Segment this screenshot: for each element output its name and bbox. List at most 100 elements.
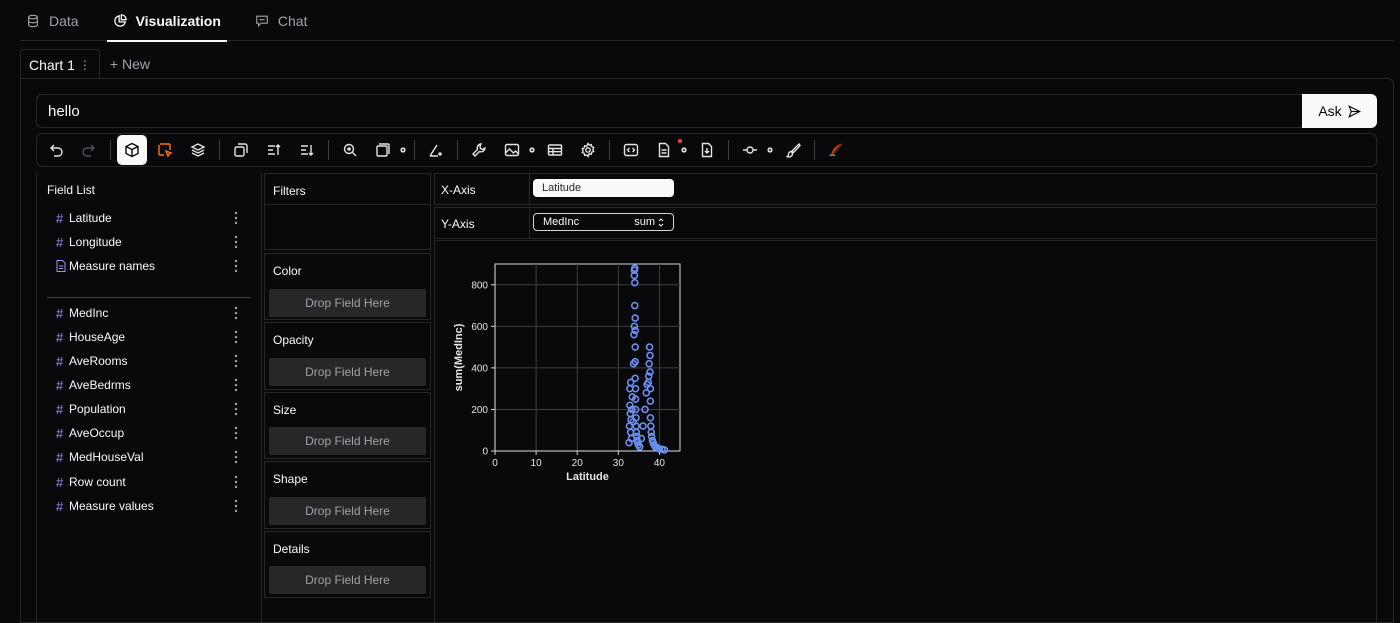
opacity-channel: Opacity Drop Field Here (264, 322, 431, 390)
filters-label: Filters (273, 184, 306, 198)
shelf-divider (529, 208, 530, 238)
zoom-button[interactable] (335, 135, 365, 165)
scatter-point (647, 422, 655, 430)
document-icon (658, 142, 670, 158)
aggregate-select[interactable]: sum (634, 216, 664, 228)
toolbar-divider (328, 140, 329, 160)
number-field-icon: # (56, 377, 64, 393)
toolbar-divider (457, 140, 458, 160)
number-field-icon: # (56, 498, 64, 514)
field-name: AveBedrms (69, 378, 131, 392)
more-vertical-icon[interactable] (233, 210, 239, 226)
redo-button[interactable] (74, 135, 104, 165)
scatter-point (646, 397, 655, 405)
y-axis-shelf: Y-Axis MedInc sum (434, 207, 1377, 239)
send-icon (1347, 104, 1361, 118)
gear-icon (681, 147, 687, 153)
field-name: Latitude (69, 211, 112, 225)
more-vertical-icon[interactable] (233, 234, 239, 250)
document-settings-button[interactable] (649, 135, 689, 165)
more-vertical-icon[interactable] (233, 377, 239, 393)
axis-button[interactable] (421, 135, 451, 165)
color-channel: Color Drop Field Here (264, 253, 431, 320)
more-vertical-icon[interactable] (233, 498, 239, 514)
opacity-drop-zone[interactable]: Drop Field Here (269, 358, 426, 386)
tab-chat[interactable]: Chat (249, 0, 314, 41)
transpose-button[interactable] (226, 135, 256, 165)
field-item-row-count[interactable]: # Row count (37, 471, 261, 493)
color-label: Color (273, 264, 302, 278)
aggregate-value: sum (634, 216, 655, 228)
select-mode-button[interactable] (150, 135, 180, 165)
x-axis-field-pill[interactable]: Latitude (533, 179, 674, 197)
more-vertical-icon[interactable] (233, 474, 239, 490)
x-tick-label: 0 (492, 458, 498, 469)
size-label: Size (273, 403, 297, 417)
field-item-population[interactable]: # Population (37, 398, 261, 420)
field-item-avebedrms[interactable]: # AveBedrms (37, 374, 261, 396)
redo-icon (82, 144, 95, 157)
field-name: Row count (69, 475, 126, 489)
field-item-latitude[interactable]: # Latitude (37, 207, 261, 229)
field-name: HouseAge (69, 330, 126, 344)
more-vertical-icon[interactable] (233, 425, 239, 441)
wrench-icon (472, 143, 486, 157)
field-item-aveoccup[interactable]: # AveOccup (37, 422, 261, 444)
code-button[interactable] (616, 135, 646, 165)
number-field-icon: # (56, 329, 64, 345)
color-drop-zone[interactable]: Drop Field Here (269, 289, 426, 317)
table-button[interactable] (540, 135, 570, 165)
more-vertical-icon[interactable] (233, 401, 239, 417)
more-vertical-icon[interactable] (233, 258, 239, 274)
field-name: MedHouseVal (69, 450, 144, 464)
sort-ascending-button[interactable] (259, 135, 289, 165)
brush-button[interactable] (778, 135, 808, 165)
scatter-point (639, 422, 647, 430)
sort-ascending-icon (268, 144, 281, 155)
more-vertical-icon[interactable] (233, 353, 239, 369)
more-vertical-icon[interactable] (233, 449, 239, 465)
stack-mode-button[interactable] (117, 135, 147, 165)
export-button[interactable] (692, 135, 722, 165)
number-field-icon: # (56, 234, 64, 250)
ask-button[interactable]: Ask (1302, 94, 1377, 128)
toolbar-divider (219, 140, 220, 160)
y-axis-field-pill[interactable]: MedInc sum (533, 213, 674, 231)
chart-tabs: Chart 1 ⋮ + New (20, 49, 160, 79)
tools-button[interactable] (464, 135, 494, 165)
pan-point-button[interactable] (735, 135, 775, 165)
layers-button[interactable] (183, 135, 213, 165)
field-item-houseage[interactable]: # HouseAge (37, 326, 261, 348)
new-chart-tab[interactable]: + New (100, 49, 160, 79)
table-icon (547, 144, 563, 156)
undo-button[interactable] (41, 135, 71, 165)
image-icon (504, 143, 520, 157)
field-item-medinc[interactable]: # MedInc (37, 302, 261, 324)
sort-descending-button[interactable] (292, 135, 322, 165)
size-mode-button[interactable] (368, 135, 408, 165)
field-name: Population (69, 402, 126, 416)
field-item-measure-values[interactable]: # Measure values (37, 495, 261, 517)
sort-descending-icon (301, 145, 314, 156)
field-item-measure-names[interactable]: Measure names (37, 255, 261, 277)
tab-data[interactable]: Data (20, 0, 85, 41)
gear-icon (400, 147, 406, 153)
field-item-medhouseval[interactable]: # MedHouseVal (37, 446, 261, 468)
zoom-in-icon (343, 143, 357, 157)
field-item-longitude[interactable]: # Longitude (37, 231, 261, 253)
shape-drop-zone[interactable]: Drop Field Here (269, 497, 426, 525)
field-item-averooms[interactable]: # AveRooms (37, 350, 261, 372)
image-settings-button[interactable] (497, 135, 537, 165)
more-vertical-icon[interactable] (233, 329, 239, 345)
kebab-icon[interactable]: ⋮ (79, 58, 91, 72)
chart-tab-1[interactable]: Chart 1 ⋮ (20, 49, 100, 79)
settings-button[interactable] (573, 135, 603, 165)
more-vertical-icon[interactable] (233, 305, 239, 321)
details-drop-zone[interactable]: Drop Field Here (269, 566, 426, 594)
theme-button[interactable] (821, 135, 851, 165)
toolbar-divider (814, 140, 815, 160)
prompt-input[interactable] (36, 94, 1302, 128)
undo-icon (50, 144, 63, 157)
tab-visualization[interactable]: Visualization (106, 0, 228, 42)
size-drop-zone[interactable]: Drop Field Here (269, 427, 426, 455)
